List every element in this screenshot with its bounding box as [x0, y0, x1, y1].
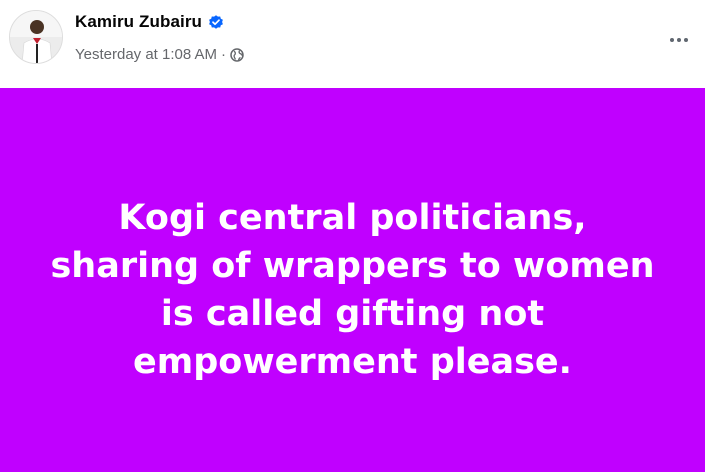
post-header: Kamiru Zubairu Yesterday at 1:08 AM · [0, 0, 705, 88]
more-options-button[interactable] [663, 24, 695, 56]
post-text-line: is called gifting not [160, 294, 545, 334]
facebook-post: Kamiru Zubairu Yesterday at 1:08 AM · Ko… [0, 0, 705, 472]
author-row: Kamiru Zubairu [75, 12, 224, 32]
avatar[interactable] [9, 10, 63, 64]
verified-badge-icon [208, 14, 224, 30]
post-text-line: Kogi central politicians, [118, 198, 587, 238]
author-name[interactable]: Kamiru Zubairu [75, 12, 202, 32]
post-timestamp[interactable]: Yesterday at 1:08 AM [75, 46, 217, 63]
post-text-line: sharing of wrappers to women [50, 246, 655, 286]
post-meta: Yesterday at 1:08 AM · [75, 46, 244, 63]
post-text: Kogi central politicians, sharing of wra… [23, 194, 683, 386]
globe-icon[interactable] [230, 47, 244, 62]
post-text-line: empowerment please. [133, 342, 572, 382]
post-text-background: Kogi central politicians, sharing of wra… [0, 88, 705, 472]
more-options-icon [670, 38, 688, 42]
meta-separator: · [221, 46, 227, 63]
